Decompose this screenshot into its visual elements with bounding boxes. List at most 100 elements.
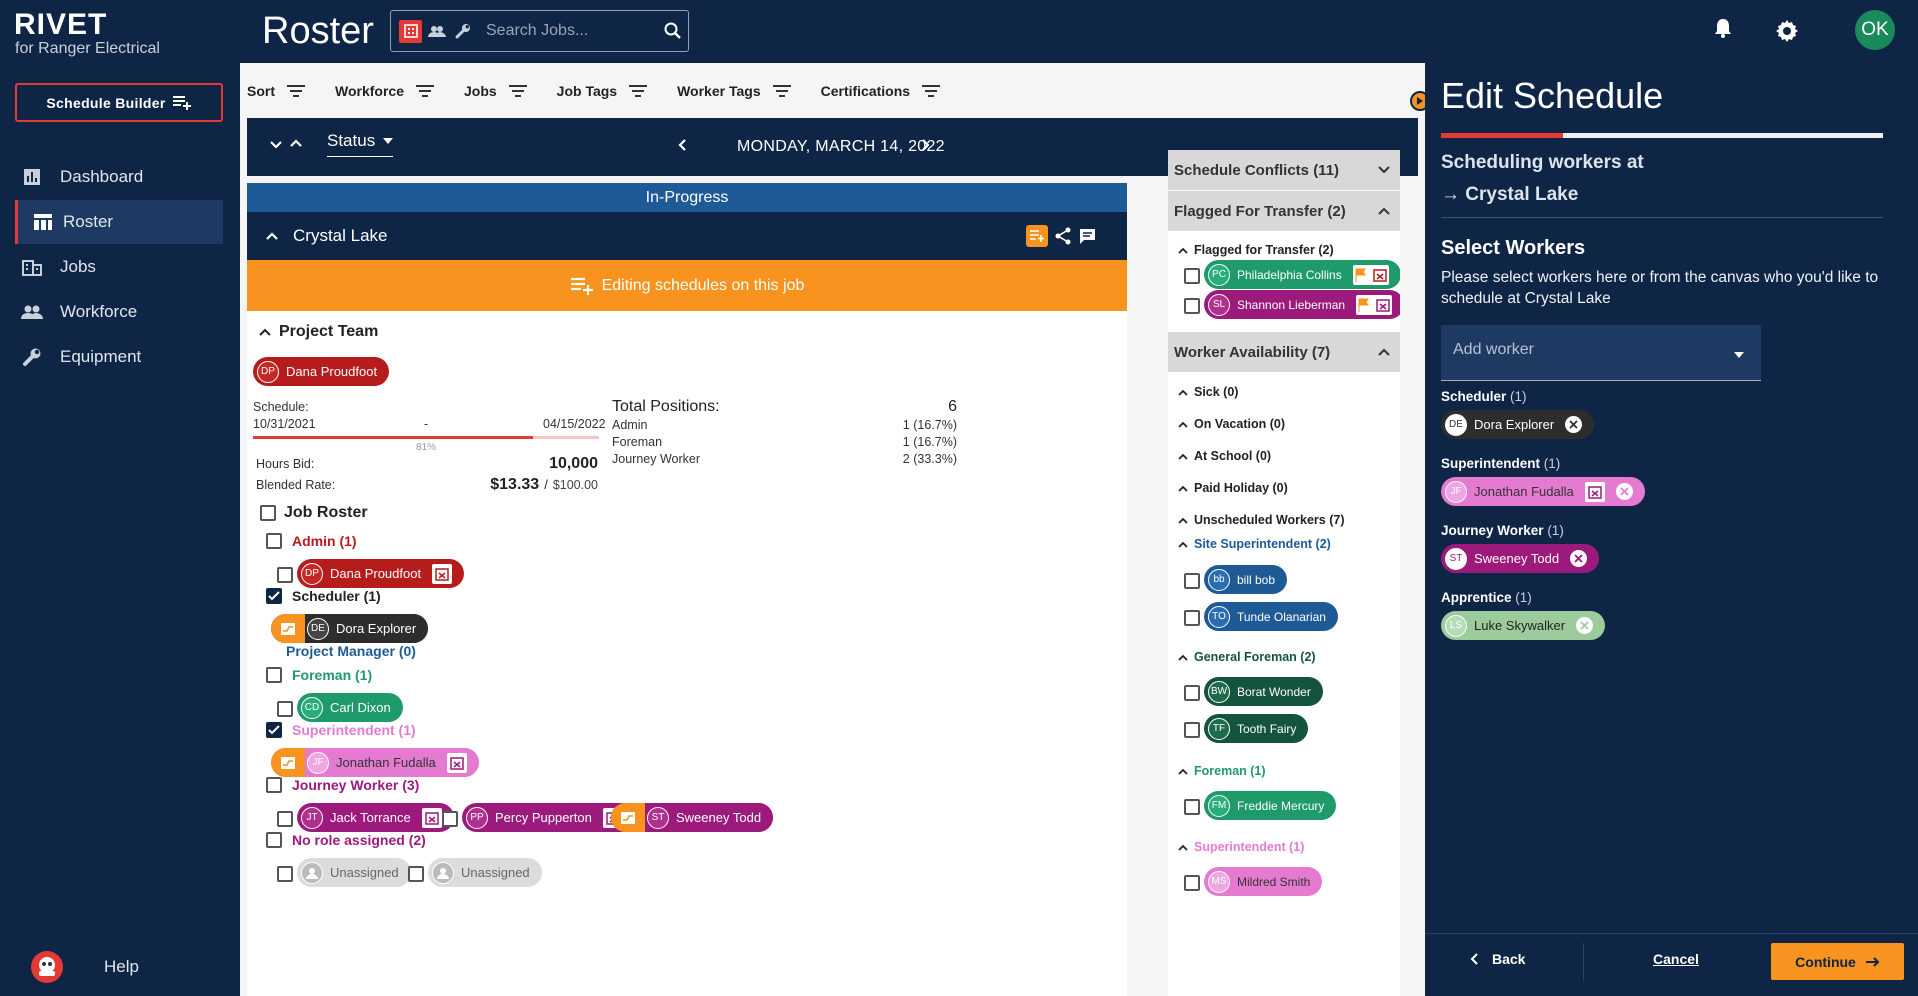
worker-chip[interactable]: TO Tunde Olanarian [1204,602,1338,631]
role-checkbox[interactable] [266,588,282,604]
worker-chip[interactable]: Unassigned [428,858,542,887]
flag-calendar-icons[interactable] [1356,294,1393,315]
role-superintendent-header[interactable]: Superintendent (1) [266,722,416,738]
availability-group-school[interactable]: At School (0) [1178,449,1271,463]
user-avatar[interactable]: OK [1855,10,1895,50]
sidebar-item-dashboard[interactable]: Dashboard [0,155,223,199]
wrench-filter-icon[interactable] [451,20,474,43]
worker-checkbox[interactable] [1184,685,1200,701]
back-button[interactable]: Back [1470,951,1525,967]
job-tags-filter[interactable]: Job Tags [557,83,648,99]
schedule-conflicts-header[interactable]: Schedule Conflicts (11) [1168,150,1400,190]
worker-chip[interactable]: ST Sweeney Todd [611,803,774,832]
worker-chip[interactable]: CD Carl Dixon [297,693,403,722]
remove-icon[interactable] [1565,416,1583,433]
continue-button[interactable]: Continue [1771,943,1904,980]
worker-chip[interactable]: MS Mildred Smith [1204,867,1323,896]
worker-tags-filter[interactable]: Worker Tags [677,83,791,99]
job-header[interactable]: Crystal Lake [247,212,1127,260]
worker-chip[interactable]: PP Percy Pupperton [462,803,635,832]
worker-chip[interactable]: DP Dana Proudfoot [253,357,390,386]
worker-checkbox[interactable] [1184,573,1200,589]
chevron-left-icon[interactable] [677,138,687,152]
worker-chip[interactable]: JF Jonathan Fudalla [271,748,479,777]
project-team-header[interactable]: Project Team [259,323,378,341]
add-worker-select[interactable]: Add worker [1441,325,1761,381]
remove-icon[interactable] [1570,550,1588,567]
role-unassigned-header[interactable]: No role assigned (2) [266,832,426,848]
help-link[interactable]: Help [30,950,139,984]
certifications-filter[interactable]: Certifications [821,83,941,99]
schedule-builder-button[interactable]: Schedule Builder [15,83,223,122]
group-superintendent[interactable]: Superintendent (1) [1178,840,1304,854]
role-admin-header[interactable]: Admin (1) [266,533,357,549]
calendar-x-icon[interactable] [1584,481,1605,502]
worker-chip[interactable]: DP Dana Proudfoot [297,559,465,588]
worker-chip[interactable]: JT Jack Torrance [297,803,454,832]
remove-icon[interactable] [1615,483,1633,500]
availability-group-sick[interactable]: Sick (0) [1178,385,1238,399]
worker-chip[interactable]: BW Borat Wonder [1204,677,1323,706]
comment-icon[interactable] [1079,228,1096,245]
sidebar-item-equipment[interactable]: Equipment [0,335,223,379]
calendar-x-icon[interactable] [446,752,467,773]
cancel-button[interactable]: Cancel [1653,951,1699,967]
role-foreman-header[interactable]: Foreman (1) [266,667,372,683]
role-checkbox[interactable] [266,533,282,549]
edit-schedule-icon[interactable] [1026,225,1048,247]
role-checkbox[interactable] [266,667,282,683]
worker-checkbox[interactable] [442,811,458,827]
role-journey-worker-header[interactable]: Journey Worker (3) [266,777,419,793]
bell-icon[interactable] [1713,17,1733,39]
role-checkbox[interactable] [266,832,282,848]
sort-filter[interactable]: Sort [247,83,305,99]
worker-availability-header[interactable]: Worker Availability (7) [1168,332,1400,372]
sidebar-item-jobs[interactable]: Jobs [0,245,223,289]
worker-checkbox[interactable] [1184,875,1200,891]
chevron-up-icon[interactable] [265,231,279,241]
flagged-transfer-header[interactable]: Flagged For Transfer (2) [1168,191,1400,231]
gear-icon[interactable] [1775,19,1799,43]
calendar-x-icon[interactable] [421,807,442,828]
search-icon[interactable] [664,22,682,40]
worker-chip[interactable]: JF Jonathan Fudalla [1441,477,1645,506]
calendar-x-icon[interactable] [432,563,453,584]
worker-checkbox[interactable] [1184,298,1200,314]
role-checkbox[interactable] [266,777,282,793]
worker-checkbox[interactable] [1184,268,1200,284]
chevron-right-icon[interactable] [921,138,931,152]
worker-checkbox[interactable] [1184,799,1200,815]
sidebar-item-workforce[interactable]: Workforce [0,290,223,334]
role-project-manager-header[interactable]: Project Manager (0) [286,643,416,659]
flag-calendar-icons[interactable] [1352,264,1389,285]
job-roster-checkbox[interactable] [260,505,276,521]
worker-chip[interactable]: Unassigned [297,858,411,887]
worker-chip[interactable]: PC Philadelphia Collins [1204,260,1400,289]
worker-chip[interactable]: bb bill bob [1204,565,1288,594]
group-general-foreman[interactable]: General Foreman (2) [1178,650,1316,664]
role-scheduler-header[interactable]: Scheduler (1) [266,588,381,604]
flagged-subheader[interactable]: Flagged for Transfer (2) [1178,243,1334,257]
availability-group-vacation[interactable]: On Vacation (0) [1178,417,1285,431]
worker-chip[interactable]: FM Freddie Mercury [1204,791,1337,820]
chevron-up-icon[interactable] [289,138,303,148]
worker-checkbox[interactable] [277,811,293,827]
status-dropdown[interactable]: Status [327,131,394,157]
people-filter-icon[interactable] [425,20,448,43]
worker-chip[interactable]: SL Shannon Lieberman [1204,290,1400,319]
worker-checkbox[interactable] [1184,722,1200,738]
availability-group-unscheduled[interactable]: Unscheduled Workers (7) [1178,513,1345,527]
group-foreman[interactable]: Foreman (1) [1178,764,1266,778]
worker-checkbox[interactable] [277,701,293,717]
remove-icon[interactable] [1576,617,1594,634]
worker-checkbox[interactable] [277,567,293,583]
role-checkbox[interactable] [266,722,282,738]
workforce-filter[interactable]: Workforce [335,83,434,99]
job-search[interactable]: Search Jobs... [390,10,689,52]
share-icon[interactable] [1055,227,1071,245]
worker-chip[interactable]: ST Sweeney Todd [1441,544,1600,573]
chevron-down-icon[interactable] [269,140,283,150]
job-roster-header[interactable]: Job Roster [260,504,368,522]
availability-group-holiday[interactable]: Paid Holiday (0) [1178,481,1288,495]
worker-chip[interactable]: DE Dora Explorer [1441,410,1595,439]
